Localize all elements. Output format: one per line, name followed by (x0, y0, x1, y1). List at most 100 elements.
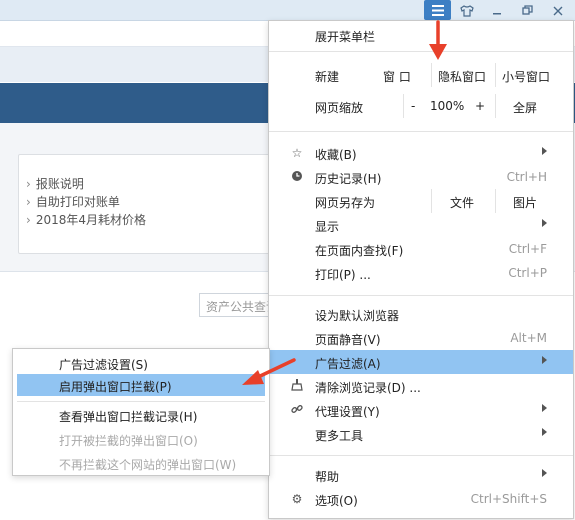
menu-row-save-as: 网页另存为 文件 图片 (269, 189, 573, 213)
shortcut-label: Ctrl+H (506, 170, 547, 184)
menu-item-clear-history[interactable]: 清除浏览记录(D) ... (269, 374, 573, 398)
menu-item-label: 展开菜单栏 (315, 30, 376, 44)
submenu-item-label: 查看弹出窗口拦截记录(H) (59, 410, 198, 424)
shortcut-label: Ctrl+F (508, 242, 547, 256)
menu-item-set-default[interactable]: 设为默认浏览器 (269, 302, 573, 326)
menu-item-label: 在页面内查找(F) (315, 244, 404, 258)
hamburger-icon (431, 4, 444, 16)
menu-item-display[interactable]: 显示 (269, 213, 573, 237)
skin-button[interactable] (452, 0, 482, 21)
menu-divider (17, 401, 265, 402)
ad-filter-submenu: 广告过滤设置(S) 启用弹出窗口拦截(P) 查看弹出窗口拦截记录(H) 打开被拦… (12, 348, 270, 476)
menu-item-label: 显示 (315, 220, 340, 234)
menu-item-more-tools[interactable]: 更多工具 (269, 422, 573, 446)
menu-item-private-window[interactable]: 隐私窗口 (438, 68, 486, 85)
minimize-icon (493, 12, 501, 14)
submenu-item-no-block-site: 不再拦截这个网站的弹出窗口(W) (17, 452, 265, 474)
close-icon (553, 6, 563, 15)
link-label: 自助打印对账单 (35, 195, 120, 209)
shortcut-label: Ctrl+Shift+S (470, 492, 547, 506)
submenu-arrow-icon (542, 147, 547, 155)
submenu-item-open-blocked: 打开被拦截的弹出窗口(O) (17, 428, 265, 450)
zoom-value: 100% (430, 99, 465, 113)
submenu-item-view-blocked[interactable]: 查看弹出窗口拦截记录(H) (17, 404, 265, 426)
link-item[interactable]: › 自助打印对账单 (26, 193, 120, 210)
menu-item-window[interactable]: 窗 口 (383, 68, 411, 85)
broom-icon (290, 379, 304, 393)
menu-divider (495, 189, 496, 213)
shortcut-label: Alt+M (510, 331, 547, 345)
link-item[interactable]: › 报账说明 (26, 175, 84, 192)
menu-divider (269, 455, 573, 456)
gear-icon: ⚙ (291, 492, 303, 506)
link-label: 报账说明 (35, 177, 84, 191)
menu-row-new: 新建 窗 口 隐私窗口 小号窗口 (269, 63, 573, 87)
menu-divider (431, 63, 432, 87)
menu-item-find[interactable]: 在页面内查找(F) Ctrl+F (269, 237, 573, 261)
menu-item-mute[interactable]: 页面静音(V) Alt+M (269, 326, 573, 350)
menu-item-label: 帮助 (315, 470, 340, 484)
close-button[interactable] (543, 0, 573, 21)
menu-row-zoom: 网页缩放 - 100% + 全屏 (269, 94, 573, 118)
menu-item-label: 代理设置(Y) (315, 405, 380, 419)
submenu-item-label: 启用弹出窗口拦截(P) (59, 380, 172, 394)
menu-item-options[interactable]: ⚙ 选项(O) Ctrl+Shift+S (269, 487, 573, 511)
menu-item-label: 设为默认浏览器 (315, 309, 400, 323)
menu-item-label: 历史记录(H) (315, 172, 382, 186)
menu-divider (495, 94, 496, 118)
zoom-out-button[interactable]: - (411, 99, 415, 113)
menu-item-expand-menubar[interactable]: 展开菜单栏 (269, 23, 573, 47)
clock-icon (290, 170, 304, 184)
menu-item-label: 页面静音(V) (315, 333, 381, 347)
menu-item-new[interactable]: 新建 (315, 68, 339, 85)
chevron-right-icon: › (26, 213, 31, 227)
menu-divider (495, 63, 496, 87)
menu-item-save-as: 网页另存为 (315, 196, 376, 210)
menu-item-label: 收藏(B) (315, 148, 357, 162)
link-label: 2018年4月耗材价格 (35, 213, 146, 227)
asset-search-input[interactable]: 资产公共查询 (199, 293, 270, 317)
link-item[interactable]: › 2018年4月耗材价格 (26, 211, 146, 228)
menu-divider (269, 131, 573, 132)
menu-divider (403, 94, 404, 118)
menu-item-fullscreen[interactable]: 全屏 (513, 99, 537, 116)
menu-item-label: 更多工具 (315, 429, 364, 443)
submenu-arrow-icon (542, 404, 547, 412)
link-icon (290, 403, 304, 417)
menu-divider (269, 295, 573, 296)
menu-item-save-file[interactable]: 文件 (450, 194, 474, 211)
menu-item-help[interactable]: 帮助 (269, 463, 573, 487)
zoom-in-button[interactable]: + (475, 99, 485, 113)
submenu-arrow-icon (542, 219, 547, 227)
submenu-item-popup-block[interactable]: 启用弹出窗口拦截(P) (17, 374, 265, 396)
menu-item-proxy[interactable]: 代理设置(Y) (269, 398, 573, 422)
submenu-item-label: 打开被拦截的弹出窗口(O) (59, 434, 198, 448)
chevron-right-icon: › (26, 195, 31, 209)
shortcut-label: Ctrl+P (508, 266, 547, 280)
menu-item-favorites[interactable]: ☆ 收藏(B) (269, 141, 573, 165)
submenu-arrow-icon (542, 428, 547, 436)
zoom-label: 网页缩放 (315, 101, 364, 115)
minimize-button[interactable] (482, 0, 512, 21)
chevron-right-icon: › (26, 177, 31, 191)
menu-item-label: 广告过滤(A) (315, 357, 381, 371)
main-menu: 展开菜单栏 新建 窗 口 隐私窗口 小号窗口 网页缩放 - 100% + 全屏 … (268, 20, 574, 519)
submenu-item-ad-settings[interactable]: 广告过滤设置(S) (17, 352, 265, 374)
menu-button[interactable] (424, 0, 451, 20)
restore-icon (521, 5, 533, 15)
menu-item-history[interactable]: 历史记录(H) Ctrl+H (269, 165, 573, 189)
shirt-icon (460, 4, 474, 17)
menu-item-ad-filter[interactable]: 广告过滤(A) (269, 350, 573, 374)
menu-divider (269, 51, 573, 52)
menu-item-label: 清除浏览记录(D) ... (315, 381, 421, 395)
menu-item-print[interactable]: 打印(P) ... Ctrl+P (269, 261, 573, 285)
submenu-arrow-icon (542, 356, 547, 364)
submenu-item-label: 不再拦截这个网站的弹出窗口(W) (59, 458, 237, 472)
restore-button[interactable] (512, 0, 542, 21)
menu-item-label: 选项(O) (315, 494, 358, 508)
submenu-item-label: 广告过滤设置(S) (59, 358, 148, 372)
menu-item-save-image[interactable]: 图片 (513, 194, 537, 211)
menu-divider (431, 189, 432, 213)
menu-item-small-window[interactable]: 小号窗口 (502, 68, 550, 85)
submenu-arrow-icon (542, 469, 547, 477)
